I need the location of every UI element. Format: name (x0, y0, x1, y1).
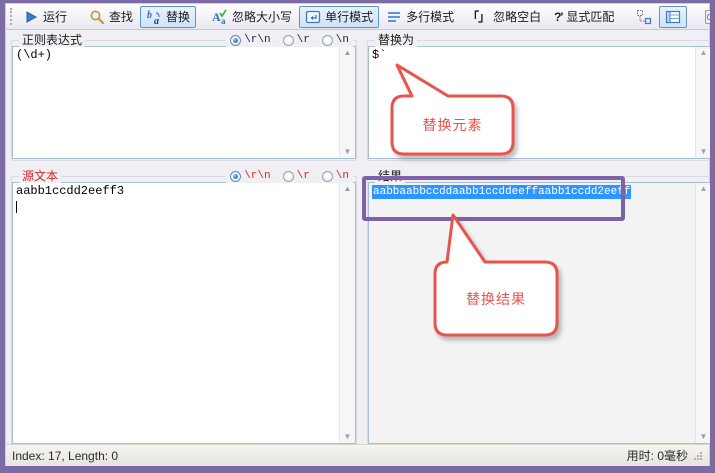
regex-scrollbar[interactable]: ▲▼ (339, 47, 355, 158)
radio-crlf-label: \r\n (244, 170, 270, 183)
ignore-case-icon: A a (212, 9, 228, 25)
vertical-splitter[interactable] (357, 34, 367, 446)
ignore-whitespace-label: 忽略空白 (493, 8, 541, 25)
result-box[interactable]: aabbaabbccddaabb1ccddeeffaabb1ccdd2eeff … (368, 182, 712, 444)
match-tree-icon (636, 9, 652, 25)
status-bar: Index: 17, Length: 0 用时: 0毫秒 (6, 444, 709, 466)
replace-label: 替换 (166, 8, 190, 25)
replace-panel: 替换为 $` ▲▼ (367, 34, 713, 161)
result-scrollbar[interactable]: ▲▼ (695, 183, 711, 443)
radio-lf[interactable]: \n (322, 34, 349, 47)
source-value: aabb1ccdd2eeff3 (16, 184, 124, 198)
toolbar-grip[interactable] (10, 8, 12, 25)
explicit-capture-button[interactable]: ?' 显式匹配 (548, 6, 620, 28)
radio-crlf-control[interactable] (230, 35, 241, 46)
radio-lf-control[interactable] (322, 171, 333, 182)
ignore-case-label: 忽略大小写 (232, 8, 292, 25)
multiline-mode-icon (386, 9, 402, 25)
radio-lf[interactable]: \n (322, 170, 349, 183)
regex-input[interactable]: (\d+) ▲▼ (12, 46, 356, 159)
replace-input-text[interactable]: $` (369, 47, 695, 158)
find-label: 查找 (109, 8, 133, 25)
explicit-capture-label: 显式匹配 (566, 8, 614, 25)
ignore-whitespace-button[interactable]: 「」 忽略空白 (461, 6, 547, 28)
result-text[interactable]: aabbaabbccddaabb1ccddeeffaabb1ccdd2eeff (369, 183, 695, 443)
source-input[interactable]: aabb1ccdd2eeff3 ▲▼ (12, 182, 356, 444)
status-elapsed-time: 用时: 0毫秒 (627, 447, 688, 464)
source-panel: 源文本 \r\n \r \n aabb1ccdd2eeff3 ▲▼ (11, 170, 357, 446)
source-linebreak-radios: \r\n \r \n (226, 170, 353, 183)
result-highlighted-value: aabbaabbccddaabb1ccddeeffaabb1ccdd2eeff (372, 185, 631, 199)
scroll-down-icon[interactable]: ▼ (700, 148, 708, 156)
scroll-down-icon[interactable]: ▼ (344, 433, 352, 441)
radio-cr[interactable]: \r (283, 34, 310, 47)
source-scrollbar[interactable]: ▲▼ (339, 183, 355, 443)
replace-input[interactable]: $` ▲▼ (368, 46, 712, 159)
replace-panel-title: 替换为 (375, 34, 417, 47)
source-panel-title: 源文本 (19, 170, 61, 183)
regex-input-text[interactable]: (\d+) (13, 47, 339, 158)
regex-linebreak-radios: \r\n \r \n (226, 34, 353, 47)
replace-scrollbar[interactable]: ▲▼ (695, 47, 711, 158)
radio-cr-label: \r (297, 34, 310, 47)
play-icon (23, 9, 39, 25)
status-index-length: Index: 17, Length: 0 (12, 449, 118, 463)
brackets-icon: 「」 (467, 8, 489, 25)
svg-text:a: a (154, 16, 159, 25)
radio-cr-control[interactable] (283, 171, 294, 182)
scroll-down-icon[interactable]: ▼ (700, 433, 708, 441)
csharp-glyph: C# (707, 13, 715, 22)
horizontal-splitter[interactable] (10, 161, 714, 170)
resize-grip-icon[interactable] (693, 451, 703, 461)
regex-panel-title: 正则表达式 (19, 34, 85, 47)
radio-crlf[interactable]: \r\n (230, 170, 270, 183)
run-label: 运行 (43, 8, 67, 25)
scroll-up-icon[interactable]: ▲ (700, 49, 708, 57)
radio-lf-label: \n (336, 170, 349, 183)
regex-panel: 正则表达式 \r\n \r \n (\d+) ▲▼ (11, 34, 357, 161)
match-tree-button[interactable] (630, 6, 658, 28)
find-button[interactable]: 查找 (83, 6, 139, 28)
scroll-up-icon[interactable]: ▲ (344, 49, 352, 57)
radio-crlf-control[interactable] (230, 171, 241, 182)
singleline-mode-icon (305, 9, 321, 25)
csharp-icon: C# (703, 9, 715, 25)
toolbar: 运行 查找 b a 替换 (6, 4, 709, 30)
svg-text:A: A (212, 10, 221, 24)
result-panel: 结果 aabbaabbccddaabb1ccddeeffaabb1ccdd2ee… (367, 170, 713, 446)
radio-lf-control[interactable] (322, 35, 333, 46)
table-view-button[interactable] (659, 6, 687, 28)
multiline-mode-label: 多行模式 (406, 8, 454, 25)
run-button[interactable]: 运行 (17, 6, 73, 28)
svg-text:b: b (147, 10, 152, 21)
scroll-up-icon[interactable]: ▲ (344, 185, 352, 193)
source-input-text[interactable]: aabb1ccdd2eeff3 (13, 183, 339, 443)
app-window: 运行 查找 b a 替换 (0, 0, 715, 473)
text-caret (16, 201, 17, 213)
replace-button[interactable]: b a 替换 (140, 6, 196, 28)
replace-icon: b a (146, 9, 162, 25)
ignore-case-button[interactable]: A a 忽略大小写 (206, 6, 298, 28)
radio-crlf-label: \r\n (244, 34, 270, 47)
singleline-mode-label: 单行模式 (325, 8, 373, 25)
multiline-mode-button[interactable]: 多行模式 (380, 6, 460, 28)
question-quote-icon: ?' (554, 10, 562, 24)
csharp-code-button[interactable]: C# (697, 6, 715, 28)
radio-lf-label: \n (336, 34, 349, 47)
svg-text:a: a (221, 16, 226, 25)
radio-cr[interactable]: \r (283, 170, 310, 183)
scroll-down-icon[interactable]: ▼ (344, 148, 352, 156)
scroll-up-icon[interactable]: ▲ (700, 185, 708, 193)
result-panel-title: 结果 (375, 170, 405, 183)
singleline-mode-button[interactable]: 单行模式 (299, 6, 379, 28)
search-icon (89, 9, 105, 25)
radio-crlf[interactable]: \r\n (230, 34, 270, 47)
radio-cr-label: \r (297, 170, 310, 183)
table-icon (665, 9, 681, 25)
radio-cr-control[interactable] (283, 35, 294, 46)
